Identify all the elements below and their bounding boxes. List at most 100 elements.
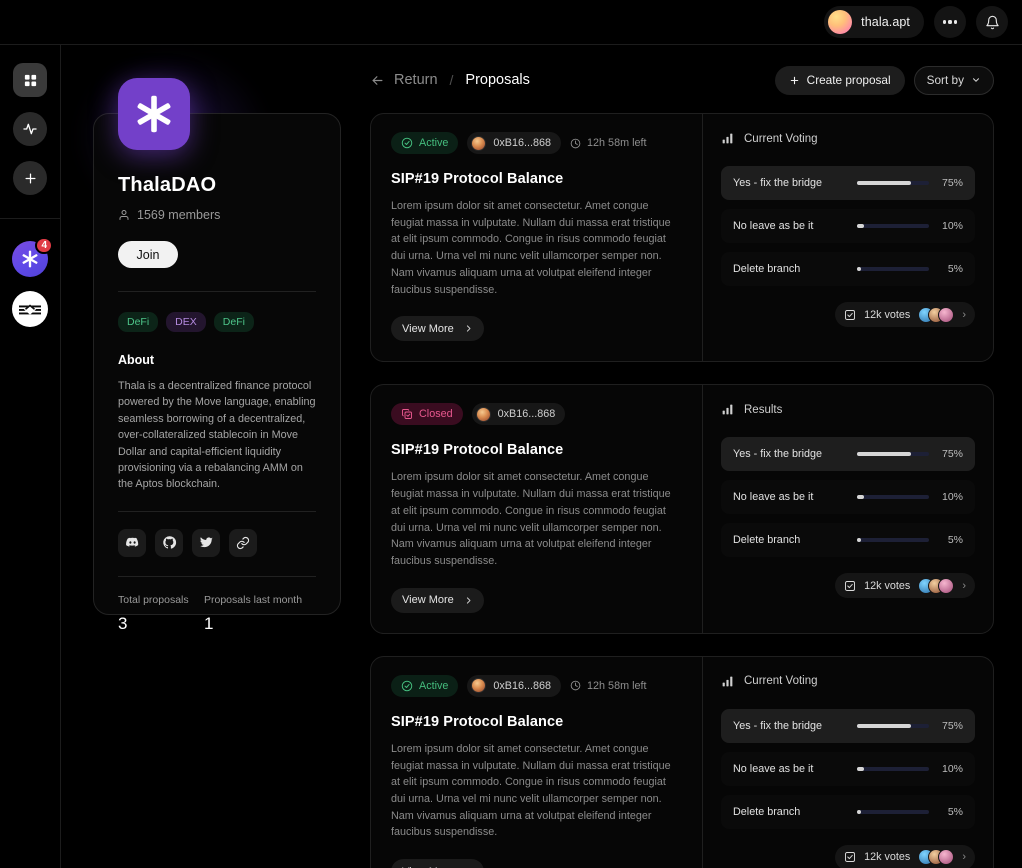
voting-option-1[interactable]: Yes - fix the bridge 75% bbox=[721, 166, 975, 200]
social-links bbox=[118, 528, 316, 557]
breadcrumb-return-label: Return bbox=[394, 72, 438, 88]
dao-stats: Total proposals 3 Proposals last month 1 bbox=[118, 594, 316, 634]
voting-option-bar bbox=[857, 267, 929, 271]
view-more-button[interactable]: View More bbox=[391, 587, 484, 613]
tag-dex[interactable]: DEX bbox=[166, 312, 206, 332]
discord-icon bbox=[125, 535, 140, 550]
about-heading: About bbox=[118, 353, 155, 367]
twitter-icon bbox=[199, 535, 214, 550]
chevron-right-icon: › bbox=[962, 851, 966, 864]
sidebar-item-add[interactable] bbox=[13, 161, 47, 195]
voting-option-percent: 75% bbox=[941, 448, 963, 461]
avatar bbox=[475, 406, 491, 422]
dao-profile-card: ThalaDAO 1569 members Join DeFi DEX DeFi… bbox=[93, 113, 341, 633]
voting-option-2[interactable]: No leave as be it 10% bbox=[721, 480, 975, 515]
voting-option-3[interactable]: Delete branch 5% bbox=[721, 523, 975, 558]
voting-options: Yes - fix the bridge 75% No leave as be it… bbox=[721, 437, 975, 558]
view-more-label: View More bbox=[402, 594, 454, 607]
view-more-button[interactable]: View More bbox=[391, 859, 484, 868]
proposal-description: Lorem ipsum dolor sit amet consectetur. … bbox=[391, 471, 671, 568]
time-left-label: 12h 58m left bbox=[587, 137, 647, 149]
github-link[interactable] bbox=[155, 528, 183, 557]
voting-option-2[interactable]: No leave as be it 10% bbox=[721, 209, 975, 243]
votes-button[interactable]: 12k votes › bbox=[835, 302, 975, 327]
about-text: Thala is a decentralized finance protoco… bbox=[118, 380, 316, 491]
chevron-right-icon bbox=[464, 324, 473, 333]
author-address-chip[interactable]: 0xB16...868 bbox=[467, 674, 562, 697]
workspace-thala-dao[interactable]: 4 bbox=[12, 237, 53, 277]
author-address-chip[interactable]: 0xB16...868 bbox=[471, 403, 566, 426]
stat-value: 3 bbox=[118, 613, 128, 633]
person-icon bbox=[118, 209, 130, 221]
sort-by-label: Sort by bbox=[926, 73, 964, 87]
stat-proposals-last-month: Proposals last month 1 bbox=[204, 594, 302, 634]
dao-tags: DeFi DEX DeFi bbox=[118, 312, 316, 332]
proposals-list: Active 0xB16...868 12h 58m left SIP#19 P… bbox=[370, 113, 994, 868]
plus-icon bbox=[789, 75, 800, 86]
voting-option-1[interactable]: Yes - fix the bridge 75% bbox=[721, 708, 975, 743]
voting-option-3[interactable]: Delete branch 5% bbox=[721, 252, 975, 286]
proposal-card-2: Closed 0xB16...868 SIP#19 Protocol Balan… bbox=[370, 384, 994, 634]
voter-avatars bbox=[918, 849, 955, 866]
votes-button[interactable]: 12k votes › bbox=[835, 844, 975, 868]
join-button[interactable]: Join bbox=[118, 241, 178, 268]
voting-options: Yes - fix the bridge 75% No leave as be it… bbox=[721, 166, 975, 286]
sidebar-item-activity[interactable] bbox=[13, 112, 47, 146]
author-address: 0xB16...868 bbox=[493, 679, 552, 692]
proposal-content: Closed 0xB16...868 SIP#19 Protocol Balan… bbox=[371, 385, 702, 632]
author-address-chip[interactable]: 0xB16...868 bbox=[467, 132, 562, 154]
discord-link[interactable] bbox=[118, 528, 146, 557]
voting-option-2[interactable]: No leave as be it 10% bbox=[721, 751, 975, 786]
proposal-content: Active 0xB16...868 12h 58m left SIP#19 P… bbox=[371, 114, 702, 361]
voting-option-bar bbox=[857, 538, 929, 543]
voting-footer: 12k votes › bbox=[721, 302, 975, 327]
workspace-second-dao[interactable] bbox=[12, 291, 48, 327]
sort-by-dropdown[interactable]: Sort by bbox=[913, 65, 994, 95]
proposal-title: SIP#19 Protocol Balance bbox=[391, 442, 564, 459]
bar-chart-icon bbox=[721, 132, 734, 145]
create-proposal-button[interactable]: Create proposal bbox=[774, 65, 905, 95]
status-badge: Active bbox=[391, 674, 459, 697]
view-more-button[interactable]: View More bbox=[391, 316, 484, 342]
tag-defi-2[interactable]: DeFi bbox=[213, 312, 254, 332]
copy-check-icon bbox=[401, 408, 413, 420]
stat-label: Proposals last month bbox=[204, 593, 303, 606]
proposal-description: Lorem ipsum dolor sit amet consectetur. … bbox=[391, 200, 671, 296]
voting-option-percent: 5% bbox=[947, 263, 963, 275]
github-icon bbox=[162, 535, 177, 550]
voting-panel: Current Voting Yes - fix the bridge 75% No… bbox=[703, 114, 993, 361]
voter-avatars bbox=[918, 577, 955, 594]
voting-option-percent: 75% bbox=[941, 177, 963, 189]
sidebar-item-dashboard[interactable] bbox=[13, 63, 47, 97]
account-pill[interactable]: thala.apt bbox=[824, 6, 924, 38]
notifications-button[interactable] bbox=[976, 6, 1008, 38]
votes-button[interactable]: 12k votes › bbox=[835, 573, 975, 599]
more-options-button[interactable] bbox=[934, 6, 966, 38]
header-divider bbox=[0, 44, 1022, 45]
voting-title: Current Voting bbox=[744, 675, 818, 688]
breadcrumb-return[interactable]: Return bbox=[370, 72, 438, 88]
voting-footer: 12k votes › bbox=[721, 573, 975, 599]
check-circle-icon bbox=[401, 137, 413, 149]
voting-option-label: Yes - fix the bridge bbox=[733, 448, 823, 461]
voting-option-bar bbox=[857, 809, 929, 814]
thala-logo-icon bbox=[133, 93, 175, 135]
checkbox-icon bbox=[844, 309, 856, 321]
plus-icon bbox=[23, 171, 38, 186]
proposal-meta: Active 0xB16...868 12h 58m left bbox=[391, 132, 682, 154]
top-bar: thala.apt bbox=[0, 0, 1022, 44]
voting-option-3[interactable]: Delete branch 5% bbox=[721, 794, 975, 829]
arrow-left-icon bbox=[370, 73, 385, 88]
app-root: thala.apt 4 ThalaDAO 1569 members Join D… bbox=[0, 0, 1022, 868]
avatar bbox=[828, 10, 853, 34]
dao-logo bbox=[118, 78, 190, 150]
voting-option-percent: 5% bbox=[947, 805, 963, 818]
voting-option-1[interactable]: Yes - fix the bridge 75% bbox=[721, 437, 975, 472]
voting-option-bar bbox=[857, 452, 929, 457]
voting-option-percent: 10% bbox=[941, 762, 963, 775]
clock-icon bbox=[570, 138, 581, 149]
tag-defi-1[interactable]: DeFi bbox=[118, 312, 159, 332]
votes-count: 12k votes bbox=[864, 579, 911, 592]
website-link[interactable] bbox=[229, 528, 257, 557]
twitter-link[interactable] bbox=[192, 528, 220, 557]
